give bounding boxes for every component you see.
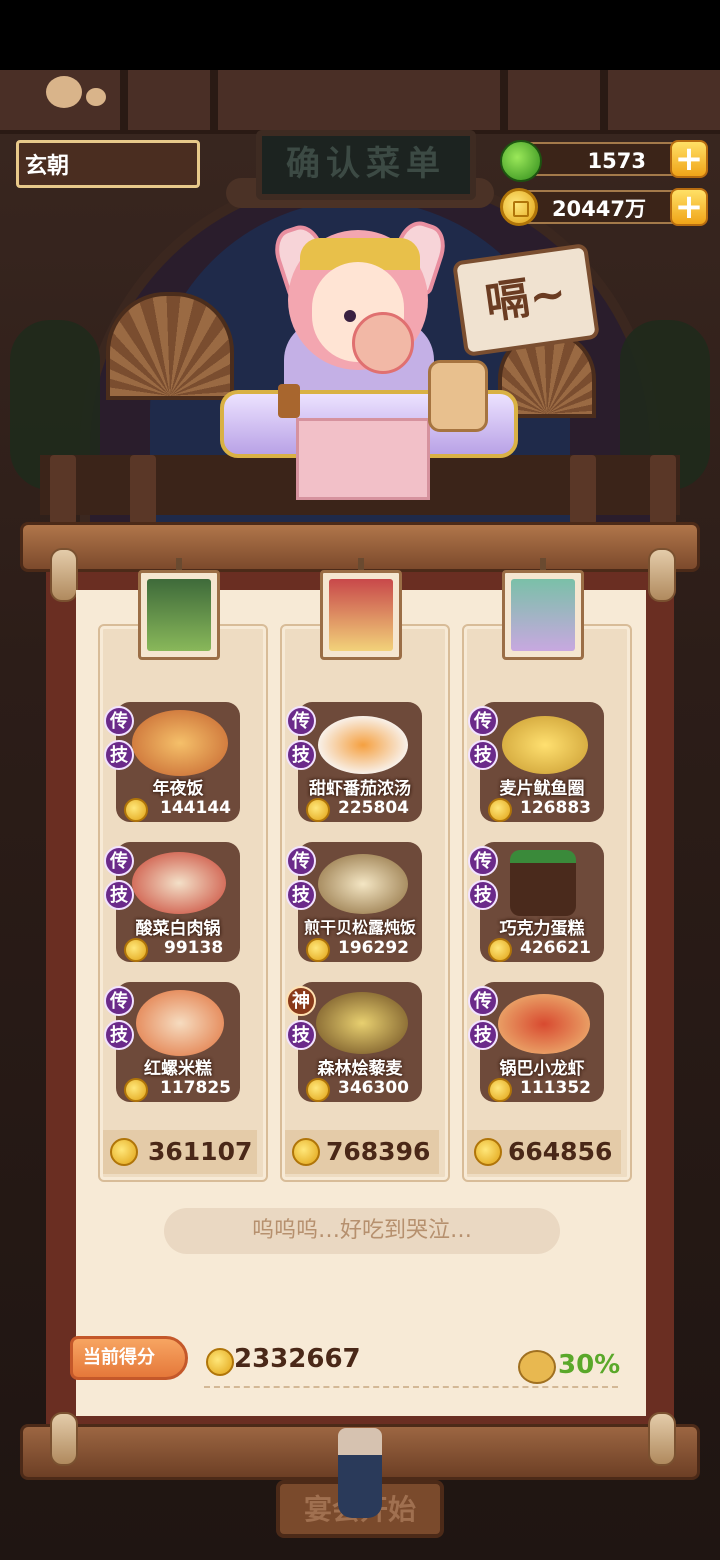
coin-icon <box>110 1138 138 1166</box>
status-bar-area <box>0 0 720 70</box>
chick-icon <box>46 76 82 108</box>
rarity-badge: 传 <box>104 706 134 736</box>
coin-icon <box>306 1078 330 1102</box>
dish-name: 酸菜白肉锅 <box>135 919 221 939</box>
fan-decoration-left <box>106 292 234 400</box>
dish-card[interactable]: 森林烩藜麦 346300 <box>298 982 422 1102</box>
dish-image <box>510 850 576 916</box>
dish-image <box>498 994 590 1054</box>
roof-beam <box>0 70 720 134</box>
skill-badge: 技 <box>468 740 498 770</box>
bonus-mascot-icon <box>518 1350 556 1384</box>
skill-badge: 技 <box>286 740 316 770</box>
dish-name: 巧克力蛋糕 <box>499 919 585 939</box>
dish-name: 麦片鱿鱼圈 <box>499 779 585 799</box>
column-total: 768396 <box>326 1137 431 1166</box>
dish-image <box>132 710 228 776</box>
dish-name: 甜虾番茄浓汤 <box>309 779 411 799</box>
coin-icon <box>488 798 512 822</box>
column-total: 664856 <box>508 1137 613 1166</box>
dish-card[interactable]: 巧克力蛋糕 426621 <box>480 842 604 962</box>
coin-icon <box>488 938 512 962</box>
rarity-badge: 传 <box>468 706 498 736</box>
jade-icon <box>500 140 542 182</box>
add-jade-button[interactable]: + <box>670 140 708 178</box>
stacked-bowls-icon <box>428 360 488 432</box>
coin-icon <box>306 798 330 822</box>
dish-card[interactable]: 年夜饭 144144 <box>116 702 240 822</box>
dish-name: 煎干贝松露炖饭 <box>303 918 416 937</box>
chef-portrait-3[interactable] <box>502 570 584 660</box>
rarity-badge: 传 <box>468 986 498 1016</box>
dish-image <box>132 852 226 914</box>
coin-icon <box>124 1078 148 1102</box>
dish-card[interactable]: 锅巴小龙虾 111352 <box>480 982 604 1102</box>
table-cloth <box>296 418 430 500</box>
player-name: 玄朝 <box>16 140 200 188</box>
dish-name: 红螺米糕 <box>144 1059 212 1079</box>
skill-badge: 技 <box>104 740 134 770</box>
dish-price: 196292 <box>338 938 409 958</box>
dish-card[interactable]: 酸菜白肉锅 99138 <box>116 842 240 962</box>
rarity-badge: 传 <box>286 846 316 876</box>
dish-image <box>318 716 408 774</box>
skill-badge: 技 <box>286 880 316 910</box>
rarity-badge: 传 <box>286 706 316 736</box>
current-score-label: 当前得分 <box>70 1336 188 1380</box>
column-total: 361107 <box>148 1137 253 1166</box>
chef-avatar-2 <box>329 579 393 651</box>
dish-name: 年夜饭 <box>152 779 204 799</box>
coin-icon <box>124 938 148 962</box>
skill-badge: 技 <box>104 1020 134 1050</box>
chopstick-holder-icon <box>278 384 300 418</box>
rarity-badge: 传 <box>468 846 498 876</box>
skill-badge: 技 <box>286 1020 316 1050</box>
dish-name: 锅巴小龙虾 <box>499 1059 585 1079</box>
dish-name: 森林烩藜麦 <box>317 1059 403 1079</box>
skill-badge: 技 <box>468 1020 498 1050</box>
dish-price: 117825 <box>160 1078 231 1098</box>
skill-badge: 技 <box>104 880 134 910</box>
chef-avatar-1 <box>147 579 211 651</box>
coin-icon <box>206 1348 234 1376</box>
dish-card[interactable]: 煎干贝松露炖饭 196292 <box>298 842 422 962</box>
speech-bubble: 嗝~ <box>451 243 601 357</box>
dish-price: 426621 <box>520 938 591 958</box>
dish-card[interactable]: 甜虾番茄浓汤 225804 <box>298 702 422 822</box>
dish-price: 346300 <box>338 1078 409 1098</box>
skill-badge: 技 <box>468 880 498 910</box>
hand-fan-icon <box>352 312 414 374</box>
menu-title-sign: 确认菜单 <box>256 130 476 200</box>
add-coin-button[interactable]: + <box>670 188 708 226</box>
coin-icon <box>488 1078 512 1102</box>
dish-image <box>318 854 408 914</box>
dish-image <box>136 990 224 1056</box>
coin-icon <box>124 798 148 822</box>
chef-portrait-2[interactable] <box>320 570 402 660</box>
customer-eye <box>344 310 356 322</box>
dish-price: 144144 <box>160 798 231 818</box>
coin-icon <box>500 188 538 226</box>
dish-card[interactable]: 红螺米糕 117825 <box>116 982 240 1102</box>
dish-card[interactable]: 麦片鱿鱼圈 126883 <box>480 702 604 822</box>
dish-image <box>316 992 408 1054</box>
dish-image <box>502 716 588 774</box>
customer-comment: 呜呜呜…好吃到哭泣… <box>164 1208 560 1254</box>
bonus-percent: 30% <box>558 1350 621 1380</box>
current-score-value: 2332667 <box>234 1344 361 1374</box>
rarity-badge: 传 <box>104 846 134 876</box>
tassel-ornament <box>338 1428 382 1518</box>
dish-price: 225804 <box>338 798 409 818</box>
coin-icon <box>306 938 330 962</box>
coin-icon <box>474 1138 502 1166</box>
rarity-badge: 神 <box>286 986 316 1016</box>
rarity-badge: 传 <box>104 986 134 1016</box>
score-divider <box>204 1386 618 1388</box>
dish-price: 126883 <box>520 798 591 818</box>
coin-icon <box>292 1138 320 1166</box>
chef-portrait-1[interactable] <box>138 570 220 660</box>
chef-avatar-3 <box>511 579 575 651</box>
dish-price: 99138 <box>164 938 224 958</box>
dish-price: 111352 <box>520 1078 591 1098</box>
